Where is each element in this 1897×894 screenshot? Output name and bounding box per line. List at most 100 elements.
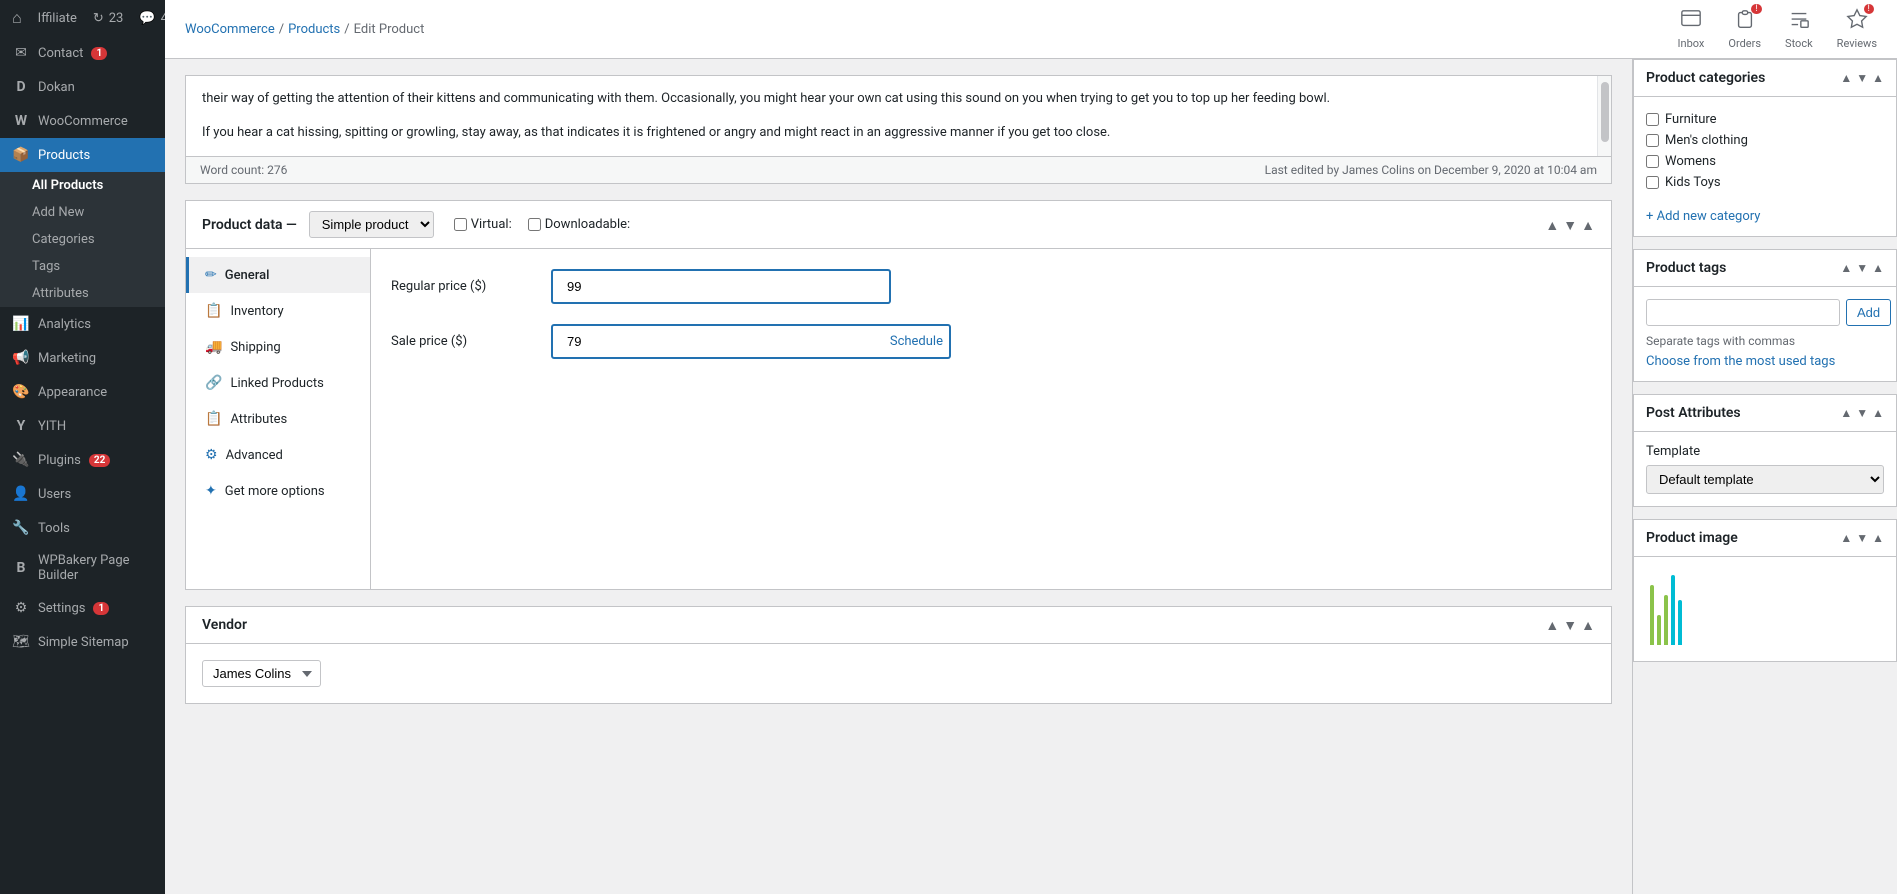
get-more-tab-icon: ✦ xyxy=(205,483,217,499)
breadcrumb-current: Edit Product xyxy=(354,22,425,37)
vendor-up-btn[interactable]: ▲ xyxy=(1545,617,1559,633)
updates-link[interactable]: ↻ 23 xyxy=(93,11,124,26)
tags-add-button[interactable]: Add xyxy=(1846,299,1891,326)
chart-bar-5 xyxy=(1678,600,1682,645)
sidebar-item-marketing[interactable]: 📢 Marketing xyxy=(0,341,165,375)
iffiliate-link[interactable]: Iffiliate xyxy=(38,11,77,26)
reviews-icon-item[interactable]: ! Reviews xyxy=(1837,8,1877,50)
comments-icon: 💬 xyxy=(139,11,155,26)
virtual-text: Virtual: xyxy=(471,217,512,232)
submenu-tags[interactable]: Tags xyxy=(0,253,165,280)
sidebar-item-simple-sitemap[interactable]: 🗺 Simple Sitemap xyxy=(0,625,165,659)
orders-icon-item[interactable]: ! Orders xyxy=(1728,8,1761,50)
submenu-add-new[interactable]: Add New xyxy=(0,199,165,226)
product-image-down-btn[interactable]: ▼ xyxy=(1856,531,1868,545)
tab-get-more[interactable]: ✦ Get more options xyxy=(186,473,370,509)
tab-linked-products[interactable]: 🔗 Linked Products xyxy=(186,365,370,401)
sidebar-item-settings[interactable]: ⚙ Settings 1 xyxy=(0,591,165,625)
inbox-icon-item[interactable]: Inbox xyxy=(1678,8,1705,50)
categories-box: Product categories ▲ ▼ ▲ Furniture xyxy=(1633,59,1897,237)
marketing-label: Marketing xyxy=(38,351,96,366)
sidebar-item-plugins[interactable]: 🔌 Plugins 22 xyxy=(0,443,165,477)
settings-icon: ⚙ xyxy=(12,599,30,617)
collapse-btn[interactable]: ▲ xyxy=(1581,217,1595,233)
template-select[interactable]: Default template xyxy=(1646,465,1884,494)
regular-price-label: Regular price ($) xyxy=(391,279,551,294)
advanced-tab-label: Advanced xyxy=(226,448,283,463)
product-image-collapse-btn[interactable]: ▲ xyxy=(1872,531,1884,545)
vendor-header: Vendor ▲ ▼ ▲ xyxy=(186,607,1611,644)
sidebar-item-woocommerce[interactable]: W WooCommerce xyxy=(0,104,165,138)
reviews-badge: ! xyxy=(1864,4,1874,14)
tab-inventory[interactable]: 📋 Inventory xyxy=(186,293,370,329)
sidebar-item-contact[interactable]: ✉ Contact 1 xyxy=(0,36,165,70)
tags-input[interactable] xyxy=(1646,299,1840,326)
sidebar-item-appearance[interactable]: 🎨 Appearance xyxy=(0,375,165,409)
categories-down-btn[interactable]: ▼ xyxy=(1856,71,1868,85)
category-checkbox-womens[interactable] xyxy=(1646,155,1659,168)
description-scrollbar[interactable] xyxy=(1597,76,1611,156)
analytics-icon: 📊 xyxy=(12,315,30,333)
breadcrumb-woocommerce[interactable]: WooCommerce xyxy=(185,22,275,37)
post-attributes-up-btn[interactable]: ▲ xyxy=(1840,406,1852,420)
breadcrumb-products[interactable]: Products xyxy=(288,22,340,37)
vendor-collapse-btn[interactable]: ▲ xyxy=(1581,617,1595,633)
sidebar-item-users[interactable]: 👤 Users xyxy=(0,477,165,511)
chart-bar-4 xyxy=(1671,575,1675,645)
submenu-attributes[interactable]: Attributes xyxy=(0,280,165,307)
tags-collapse-btn[interactable]: ▲ xyxy=(1872,261,1884,275)
collapse-up-btn[interactable]: ▲ xyxy=(1545,217,1559,233)
product-image-up-btn[interactable]: ▲ xyxy=(1840,531,1852,545)
dokan-menu-label: Dokan xyxy=(38,80,75,95)
sidebar-item-analytics[interactable]: 📊 Analytics xyxy=(0,307,165,341)
vendor-down-btn[interactable]: ▼ xyxy=(1563,617,1577,633)
tab-attributes[interactable]: 📋 Attributes xyxy=(186,401,370,437)
post-attributes-collapse-btn[interactable]: ▲ xyxy=(1872,406,1884,420)
linked-products-tab-icon: 🔗 xyxy=(205,375,222,391)
vendor-select[interactable]: James Colins xyxy=(202,660,321,687)
product-type-select[interactable]: Simple product xyxy=(309,211,434,238)
product-data-title: Product data — xyxy=(202,217,297,233)
orders-icon: ! xyxy=(1734,8,1756,35)
sidebar-item-wpbakery[interactable]: B WPBakery Page Builder xyxy=(0,545,165,591)
vendor-controls: ▲ ▼ ▲ xyxy=(1545,617,1595,633)
virtual-label[interactable]: Virtual: xyxy=(454,217,512,232)
product-data-header: Product data — Simple product Virtual: xyxy=(186,201,1611,249)
regular-price-input[interactable] xyxy=(559,274,883,299)
category-checkbox-furniture[interactable] xyxy=(1646,113,1659,126)
sidebar-item-tools[interactable]: 🔧 Tools xyxy=(0,511,165,545)
product-image-body[interactable] xyxy=(1634,557,1896,661)
categories-up-btn[interactable]: ▲ xyxy=(1840,71,1852,85)
shipping-tab-icon: 🚚 xyxy=(205,339,222,355)
sale-price-row: Sale price ($) Schedule xyxy=(391,324,1591,359)
collapse-down-btn[interactable]: ▼ xyxy=(1563,217,1577,233)
tags-down-btn[interactable]: ▼ xyxy=(1856,261,1868,275)
sale-price-input[interactable] xyxy=(559,329,882,354)
sidebar-item-yith[interactable]: Y YITH xyxy=(0,409,165,443)
downloadable-checkbox[interactable] xyxy=(528,218,541,231)
regular-price-row: Regular price ($) xyxy=(391,269,1591,304)
tab-general[interactable]: ✏ General xyxy=(186,257,370,293)
tags-choose-link[interactable]: Choose from the most used tags xyxy=(1646,354,1835,369)
sidebar-item-products[interactable]: 📦 Products xyxy=(0,138,165,172)
category-checkbox-mens-clothing[interactable] xyxy=(1646,134,1659,147)
stock-icon-item[interactable]: Stock xyxy=(1785,8,1813,50)
categories-collapse-btn[interactable]: ▲ xyxy=(1872,71,1884,85)
sidebar-menu: ✉ Contact 1 D Dokan W WooCommerce 📦 Prod… xyxy=(0,36,165,659)
comments-link[interactable]: 💬 46 xyxy=(139,11,165,26)
downloadable-label[interactable]: Downloadable: xyxy=(528,217,630,232)
general-panel: Regular price ($) Sale price ($) xyxy=(371,249,1611,589)
wp-home-link[interactable]: ⌂ xyxy=(12,8,22,28)
category-checkbox-kids-toys[interactable] xyxy=(1646,176,1659,189)
schedule-link[interactable]: Schedule xyxy=(890,334,943,349)
tab-advanced[interactable]: ⚙ Advanced xyxy=(186,437,370,473)
virtual-checkbox[interactable] xyxy=(454,218,467,231)
tab-shipping[interactable]: 🚚 Shipping xyxy=(186,329,370,365)
tags-up-btn[interactable]: ▲ xyxy=(1840,261,1852,275)
reviews-label: Reviews xyxy=(1837,37,1877,50)
sidebar-item-dokan[interactable]: D Dokan xyxy=(0,70,165,104)
submenu-all-products[interactable]: All Products xyxy=(0,172,165,199)
submenu-categories[interactable]: Categories xyxy=(0,226,165,253)
add-category-link[interactable]: + Add new category xyxy=(1646,209,1760,224)
post-attributes-down-btn[interactable]: ▼ xyxy=(1856,406,1868,420)
